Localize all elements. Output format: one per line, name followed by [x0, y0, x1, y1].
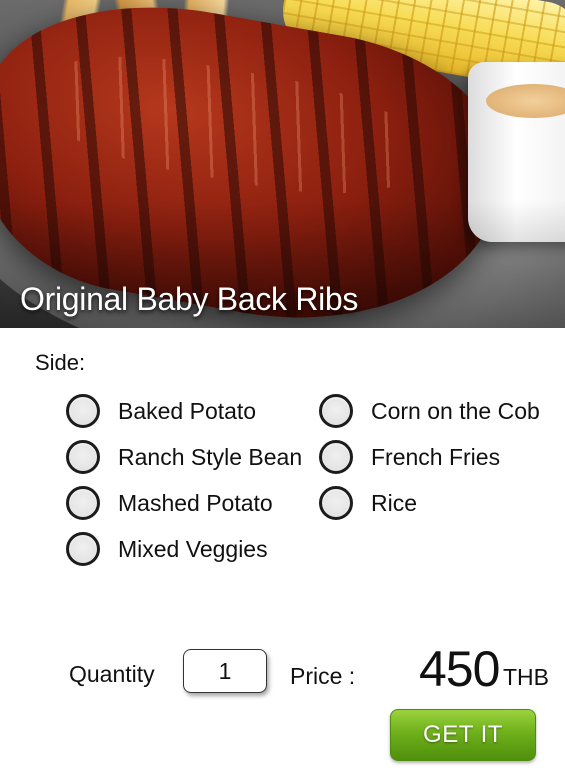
side-option-rice[interactable]: Rice: [319, 482, 417, 524]
radio-button[interactable]: [66, 394, 100, 428]
radio-button[interactable]: [66, 440, 100, 474]
menu-item-card: Original Baby Back Ribs Side: Baked Pota…: [0, 0, 565, 782]
side-option-mixed-veggies[interactable]: Mixed Veggies: [66, 528, 268, 570]
product-title: Original Baby Back Ribs: [20, 281, 359, 317]
side-label: Side:: [35, 350, 86, 375]
quantity-input[interactable]: [183, 649, 267, 693]
radio-button[interactable]: [66, 486, 100, 520]
food-photo: Original Baby Back Ribs: [0, 0, 565, 328]
side-option-label: French Fries: [371, 443, 501, 470]
currency-label: THB: [503, 664, 549, 690]
side-option-ranch-style-bean[interactable]: Ranch Style Bean: [66, 436, 302, 478]
side-option-mashed-potato[interactable]: Mashed Potato: [66, 482, 273, 524]
get-it-button[interactable]: GET IT: [390, 709, 536, 761]
side-option-label: Mixed Veggies: [118, 535, 268, 562]
side-option-baked-potato[interactable]: Baked Potato: [66, 390, 256, 432]
price-label: Price :: [290, 663, 356, 689]
radio-button[interactable]: [66, 532, 100, 566]
side-option-label: Corn on the Cob: [371, 397, 540, 424]
side-option-label: Rice: [371, 489, 418, 516]
radio-button[interactable]: [319, 440, 353, 474]
side-option-french-fries[interactable]: French Fries: [319, 436, 500, 478]
price-value: 450: [419, 641, 500, 697]
radio-button[interactable]: [319, 394, 353, 428]
side-option-label: Baked Potato: [118, 397, 257, 424]
side-option-corn-on-the-cob[interactable]: Corn on the Cob: [319, 390, 540, 432]
side-option-label: Mashed Potato: [118, 489, 273, 516]
side-option-label: Ranch Style Bean: [118, 443, 303, 470]
radio-button[interactable]: [319, 486, 353, 520]
quantity-label: Quantity: [69, 661, 155, 687]
